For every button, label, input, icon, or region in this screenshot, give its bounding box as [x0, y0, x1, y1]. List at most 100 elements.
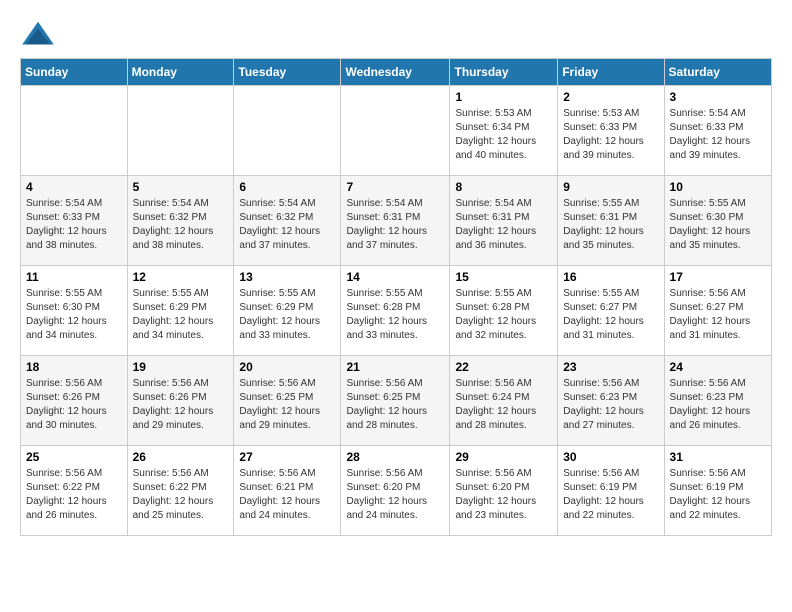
day-info: Sunrise: 5:56 AM Sunset: 6:26 PM Dayligh… — [133, 377, 229, 433]
calendar-cell: 17 Sunrise: 5:56 AM Sunset: 6:27 PM Dayli… — [664, 266, 771, 356]
day-info: Sunrise: 5:56 AM Sunset: 6:23 PM Dayligh… — [563, 377, 658, 433]
weekday-header-thursday: Thursday — [450, 59, 558, 86]
day-number: 4 — [26, 180, 122, 194]
day-number: 9 — [563, 180, 658, 194]
calendar-cell: 2 Sunrise: 5:53 AM Sunset: 6:33 PM Daylig… — [558, 86, 664, 176]
calendar-cell: 29 Sunrise: 5:56 AM Sunset: 6:20 PM Dayli… — [450, 446, 558, 536]
calendar-cell: 26 Sunrise: 5:56 AM Sunset: 6:22 PM Dayli… — [127, 446, 234, 536]
weekday-header-saturday: Saturday — [664, 59, 771, 86]
day-info: Sunrise: 5:53 AM Sunset: 6:34 PM Dayligh… — [455, 107, 552, 163]
calendar-cell: 13 Sunrise: 5:55 AM Sunset: 6:29 PM Dayli… — [234, 266, 341, 356]
calendar-cell: 31 Sunrise: 5:56 AM Sunset: 6:19 PM Dayli… — [664, 446, 771, 536]
calendar-cell — [21, 86, 128, 176]
calendar-week-row: 1 Sunrise: 5:53 AM Sunset: 6:34 PM Daylig… — [21, 86, 772, 176]
day-number: 23 — [563, 360, 658, 374]
day-number: 29 — [455, 450, 552, 464]
day-info: Sunrise: 5:54 AM Sunset: 6:32 PM Dayligh… — [133, 197, 229, 253]
day-number: 30 — [563, 450, 658, 464]
day-info: Sunrise: 5:54 AM Sunset: 6:33 PM Dayligh… — [670, 107, 766, 163]
day-info: Sunrise: 5:54 AM Sunset: 6:31 PM Dayligh… — [346, 197, 444, 253]
day-number: 14 — [346, 270, 444, 284]
day-number: 28 — [346, 450, 444, 464]
day-info: Sunrise: 5:56 AM Sunset: 6:23 PM Dayligh… — [670, 377, 766, 433]
day-number: 25 — [26, 450, 122, 464]
calendar-week-row: 4 Sunrise: 5:54 AM Sunset: 6:33 PM Daylig… — [21, 176, 772, 266]
calendar-cell — [341, 86, 450, 176]
weekday-header-row: SundayMondayTuesdayWednesdayThursdayFrid… — [21, 59, 772, 86]
day-info: Sunrise: 5:55 AM Sunset: 6:29 PM Dayligh… — [239, 287, 335, 343]
day-info: Sunrise: 5:56 AM Sunset: 6:27 PM Dayligh… — [670, 287, 766, 343]
day-number: 17 — [670, 270, 766, 284]
day-info: Sunrise: 5:55 AM Sunset: 6:29 PM Dayligh… — [133, 287, 229, 343]
day-number: 6 — [239, 180, 335, 194]
calendar-header: SundayMondayTuesdayWednesdayThursdayFrid… — [21, 59, 772, 86]
calendar-week-row: 25 Sunrise: 5:56 AM Sunset: 6:22 PM Dayli… — [21, 446, 772, 536]
day-number: 21 — [346, 360, 444, 374]
day-number: 16 — [563, 270, 658, 284]
page-header — [20, 20, 772, 48]
day-info: Sunrise: 5:55 AM Sunset: 6:27 PM Dayligh… — [563, 287, 658, 343]
day-number: 20 — [239, 360, 335, 374]
calendar-cell: 15Sunrise: 5:55 AM Sunset: 6:28 PM Dayli… — [450, 266, 558, 356]
calendar-cell: 11 Sunrise: 5:55 AM Sunset: 6:30 PM Dayli… — [21, 266, 128, 356]
day-number: 31 — [670, 450, 766, 464]
calendar-cell: 25 Sunrise: 5:56 AM Sunset: 6:22 PM Dayli… — [21, 446, 128, 536]
calendar-cell: 27Sunrise: 5:56 AM Sunset: 6:21 PM Dayli… — [234, 446, 341, 536]
day-number: 19 — [133, 360, 229, 374]
calendar-table: SundayMondayTuesdayWednesdayThursdayFrid… — [20, 58, 772, 536]
day-number: 2 — [563, 90, 658, 104]
calendar-cell: 10Sunrise: 5:55 AM Sunset: 6:30 PM Dayli… — [664, 176, 771, 266]
calendar-cell: 19 Sunrise: 5:56 AM Sunset: 6:26 PM Dayli… — [127, 356, 234, 446]
calendar-cell: 28Sunrise: 5:56 AM Sunset: 6:20 PM Dayli… — [341, 446, 450, 536]
calendar-cell: 7Sunrise: 5:54 AM Sunset: 6:31 PM Daylig… — [341, 176, 450, 266]
day-number: 26 — [133, 450, 229, 464]
calendar-cell: 20Sunrise: 5:56 AM Sunset: 6:25 PM Dayli… — [234, 356, 341, 446]
calendar-week-row: 11 Sunrise: 5:55 AM Sunset: 6:30 PM Dayli… — [21, 266, 772, 356]
day-info: Sunrise: 5:54 AM Sunset: 6:32 PM Dayligh… — [239, 197, 335, 253]
day-number: 18 — [26, 360, 122, 374]
calendar-cell: 3Sunrise: 5:54 AM Sunset: 6:33 PM Daylig… — [664, 86, 771, 176]
weekday-header-monday: Monday — [127, 59, 234, 86]
calendar-cell: 5Sunrise: 5:54 AM Sunset: 6:32 PM Daylig… — [127, 176, 234, 266]
day-number: 27 — [239, 450, 335, 464]
day-info: Sunrise: 5:56 AM Sunset: 6:22 PM Dayligh… — [26, 467, 122, 523]
calendar-cell: 21Sunrise: 5:56 AM Sunset: 6:25 PM Dayli… — [341, 356, 450, 446]
day-number: 13 — [239, 270, 335, 284]
calendar-cell: 30 Sunrise: 5:56 AM Sunset: 6:19 PM Dayli… — [558, 446, 664, 536]
day-number: 15 — [455, 270, 552, 284]
calendar-cell: 8Sunrise: 5:54 AM Sunset: 6:31 PM Daylig… — [450, 176, 558, 266]
day-number: 24 — [670, 360, 766, 374]
calendar-body: 1 Sunrise: 5:53 AM Sunset: 6:34 PM Daylig… — [21, 86, 772, 536]
calendar-cell: 16 Sunrise: 5:55 AM Sunset: 6:27 PM Dayli… — [558, 266, 664, 356]
calendar-cell: 24 Sunrise: 5:56 AM Sunset: 6:23 PM Dayli… — [664, 356, 771, 446]
day-info: Sunrise: 5:55 AM Sunset: 6:31 PM Dayligh… — [563, 197, 658, 253]
day-number: 12 — [133, 270, 229, 284]
day-info: Sunrise: 5:56 AM Sunset: 6:20 PM Dayligh… — [455, 467, 552, 523]
day-number: 22 — [455, 360, 552, 374]
day-info: Sunrise: 5:55 AM Sunset: 6:28 PM Dayligh… — [346, 287, 444, 343]
day-info: Sunrise: 5:55 AM Sunset: 6:30 PM Dayligh… — [26, 287, 122, 343]
calendar-cell: 6 Sunrise: 5:54 AM Sunset: 6:32 PM Daylig… — [234, 176, 341, 266]
weekday-header-wednesday: Wednesday — [341, 59, 450, 86]
calendar-cell — [127, 86, 234, 176]
day-info: Sunrise: 5:54 AM Sunset: 6:33 PM Dayligh… — [26, 197, 122, 253]
day-info: Sunrise: 5:56 AM Sunset: 6:26 PM Dayligh… — [26, 377, 122, 433]
day-number: 1 — [455, 90, 552, 104]
day-number: 10 — [670, 180, 766, 194]
calendar-cell — [234, 86, 341, 176]
day-info: Sunrise: 5:53 AM Sunset: 6:33 PM Dayligh… — [563, 107, 658, 163]
logo — [20, 20, 62, 48]
calendar-cell: 14 Sunrise: 5:55 AM Sunset: 6:28 PM Dayli… — [341, 266, 450, 356]
calendar-cell: 22 Sunrise: 5:56 AM Sunset: 6:24 PM Dayli… — [450, 356, 558, 446]
day-info: Sunrise: 5:56 AM Sunset: 6:19 PM Dayligh… — [670, 467, 766, 523]
weekday-header-tuesday: Tuesday — [234, 59, 341, 86]
calendar-cell: 12 Sunrise: 5:55 AM Sunset: 6:29 PM Dayli… — [127, 266, 234, 356]
calendar-cell: 1 Sunrise: 5:53 AM Sunset: 6:34 PM Daylig… — [450, 86, 558, 176]
day-info: Sunrise: 5:56 AM Sunset: 6:19 PM Dayligh… — [563, 467, 658, 523]
calendar-cell: 23 Sunrise: 5:56 AM Sunset: 6:23 PM Dayli… — [558, 356, 664, 446]
day-info: Sunrise: 5:56 AM Sunset: 6:24 PM Dayligh… — [455, 377, 552, 433]
day-number: 11 — [26, 270, 122, 284]
day-info: Sunrise: 5:56 AM Sunset: 6:22 PM Dayligh… — [133, 467, 229, 523]
day-info: Sunrise: 5:54 AM Sunset: 6:31 PM Dayligh… — [455, 197, 552, 253]
calendar-week-row: 18 Sunrise: 5:56 AM Sunset: 6:26 PM Dayli… — [21, 356, 772, 446]
